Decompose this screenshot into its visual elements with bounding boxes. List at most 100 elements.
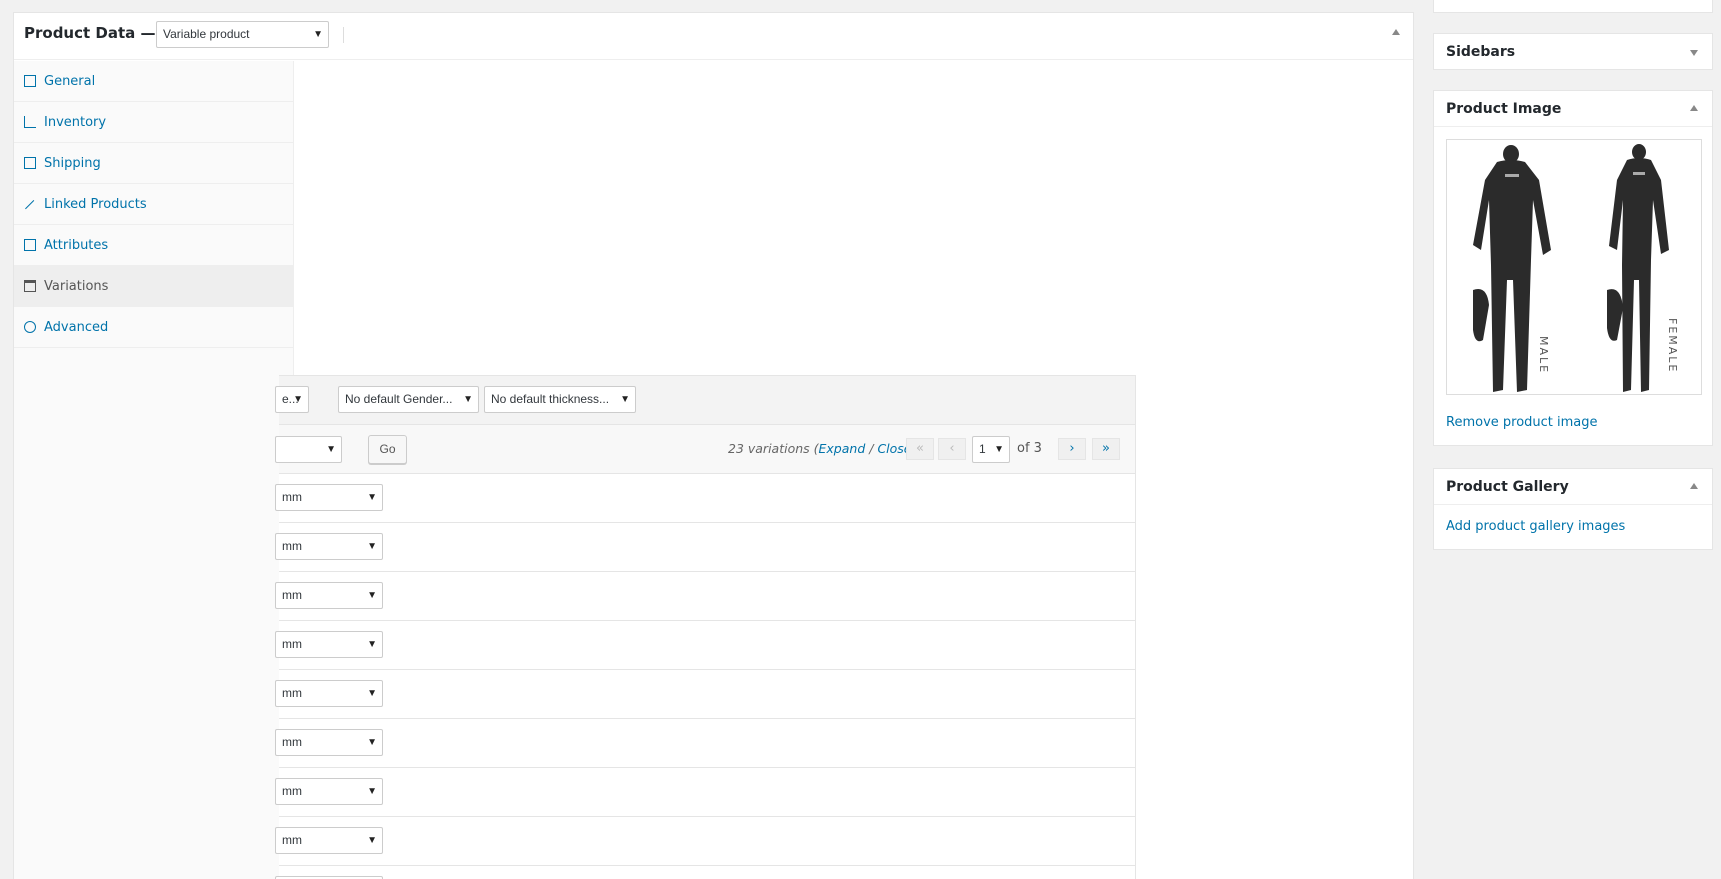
shipping-icon (24, 157, 36, 169)
female-label: FEMALE (1666, 318, 1679, 374)
chevron-down-icon: ▼ (367, 492, 377, 503)
page-total: of 3 (1017, 441, 1042, 456)
chevron-down-icon: ▼ (367, 590, 377, 601)
sidebars-box: Sidebars (1433, 33, 1713, 70)
chevron-down-icon: ▼ (367, 541, 377, 552)
collapse-arrow-icon[interactable] (1690, 483, 1698, 489)
separator: / (865, 441, 878, 456)
tab-general[interactable]: General (14, 61, 294, 102)
product-gallery-box: Product Gallery Add product gallery imag… (1433, 468, 1713, 550)
product-data-header: Product Data — Variable product ▼ (14, 13, 1413, 60)
variation-row: mm ▼ (275, 474, 1135, 523)
product-image-title: Product Image (1446, 101, 1562, 117)
sidebars-header[interactable]: Sidebars (1434, 34, 1712, 70)
tab-shipping[interactable]: Shipping (14, 143, 294, 184)
tab-label: Attributes (44, 237, 109, 253)
general-icon (24, 75, 36, 87)
variation-attribute-select[interactable]: mm ▼ (275, 484, 383, 511)
variation-row: mm ▼ (275, 621, 1135, 670)
chevron-down-icon: ▼ (620, 394, 630, 405)
product-gallery-header[interactable]: Product Gallery (1434, 469, 1712, 505)
chevron-down-icon: ▼ (367, 835, 377, 846)
variation-attribute-select[interactable]: mm ▼ (275, 533, 383, 560)
chevron-down-icon: ▼ (463, 394, 473, 405)
tab-label: Linked Products (44, 196, 147, 212)
product-image-header[interactable]: Product Image (1434, 91, 1712, 127)
product-image[interactable]: MALE FEMALE (1446, 139, 1702, 395)
product-data-title: Product Data — (24, 24, 156, 42)
gear-icon (24, 321, 36, 333)
select-value: mm (282, 735, 302, 749)
select-value: mm (282, 833, 302, 847)
inventory-icon (24, 116, 36, 128)
variations-panel: e... ▼ No default Gender... ▼ No default… (275, 375, 1136, 879)
page-select[interactable]: 1 ▼ (972, 436, 1010, 463)
variation-attribute-select[interactable]: mm ▼ (275, 582, 383, 609)
select-value: mm (282, 686, 302, 700)
tab-label: Shipping (44, 155, 101, 171)
top-metabox (1433, 0, 1713, 13)
count-text: 23 variations ( (728, 441, 819, 456)
expand-arrow-icon[interactable] (1690, 50, 1698, 56)
bulk-action-select[interactable]: ▼ (275, 436, 342, 463)
variation-row: mm ▼ (275, 572, 1135, 621)
select-value: mm (282, 784, 302, 798)
tab-attributes[interactable]: Attributes (14, 225, 294, 266)
select-value: No default Gender... (345, 392, 453, 406)
product-type-value: Variable product (163, 27, 250, 41)
default-thickness-select[interactable]: No default thickness... ▼ (484, 386, 636, 413)
link-icon (25, 200, 35, 210)
select-value: mm (282, 588, 302, 602)
collapse-arrow-icon[interactable] (1690, 105, 1698, 111)
default-attribute-select[interactable]: e... ▼ (275, 386, 309, 413)
variations-icon (24, 280, 36, 292)
variation-row: mm ▼ (275, 670, 1135, 719)
variation-row: mm ▼ (275, 817, 1135, 866)
tab-label: Advanced (44, 319, 109, 335)
variation-attribute-select[interactable]: mm ▼ (275, 680, 383, 707)
tab-advanced[interactable]: Advanced (14, 307, 294, 348)
chevron-down-icon: ▼ (367, 786, 377, 797)
expand-link[interactable]: Expand (819, 441, 866, 456)
tab-inventory[interactable]: Inventory (14, 102, 294, 143)
select-value: mm (282, 539, 302, 553)
header-divider (343, 27, 344, 43)
product-data-tabs: General Inventory Shipping Linked Produc… (14, 61, 294, 879)
page-value: 1 (979, 442, 986, 456)
default-gender-select[interactable]: No default Gender... ▼ (338, 386, 479, 413)
product-gallery-title: Product Gallery (1446, 479, 1569, 495)
product-type-select[interactable]: Variable product ▼ (156, 21, 329, 48)
chevron-down-icon: ▼ (367, 639, 377, 650)
chevron-down-icon: ▼ (293, 394, 303, 405)
variation-attribute-select[interactable]: mm ▼ (275, 729, 383, 756)
select-value: No default thickness... (491, 392, 610, 406)
remove-product-image-link[interactable]: Remove product image (1446, 415, 1598, 430)
variation-attribute-select[interactable]: mm ▼ (275, 778, 383, 805)
variation-attribute-select[interactable]: mm ▼ (275, 631, 383, 658)
chevron-down-icon: ▼ (313, 29, 323, 40)
default-attributes-bar: e... ▼ No default Gender... ▼ No default… (275, 376, 1135, 425)
variation-attribute-select[interactable]: mm ▼ (275, 827, 383, 854)
tab-variations[interactable]: Variations (14, 266, 294, 307)
select-value: mm (282, 637, 302, 651)
next-page-button[interactable]: › (1058, 438, 1086, 460)
variation-row: mm ▼ (275, 523, 1135, 572)
variations-count: 23 variations (Expand / Close) (728, 441, 916, 456)
go-button[interactable]: Go (368, 435, 407, 464)
chevron-down-icon: ▼ (326, 444, 336, 455)
attributes-icon (24, 239, 36, 251)
product-image-box: Product Image MALE FEMALE Remove product… (1433, 90, 1713, 446)
select-value: mm (282, 490, 302, 504)
add-gallery-images-link[interactable]: Add product gallery images (1446, 519, 1625, 534)
variation-row: mm ▼ (275, 768, 1135, 817)
wetsuit-image (1473, 144, 1669, 392)
male-label: MALE (1537, 336, 1550, 375)
collapse-arrow-icon[interactable] (1392, 29, 1400, 35)
tab-label: Inventory (44, 114, 107, 130)
sidebars-title: Sidebars (1446, 44, 1516, 60)
last-page-button[interactable]: » (1092, 438, 1120, 460)
tab-linked-products[interactable]: Linked Products (14, 184, 294, 225)
first-page-button[interactable]: « (906, 438, 934, 460)
prev-page-button[interactable]: ‹ (938, 438, 966, 460)
variation-row: mm ▼ (275, 719, 1135, 768)
